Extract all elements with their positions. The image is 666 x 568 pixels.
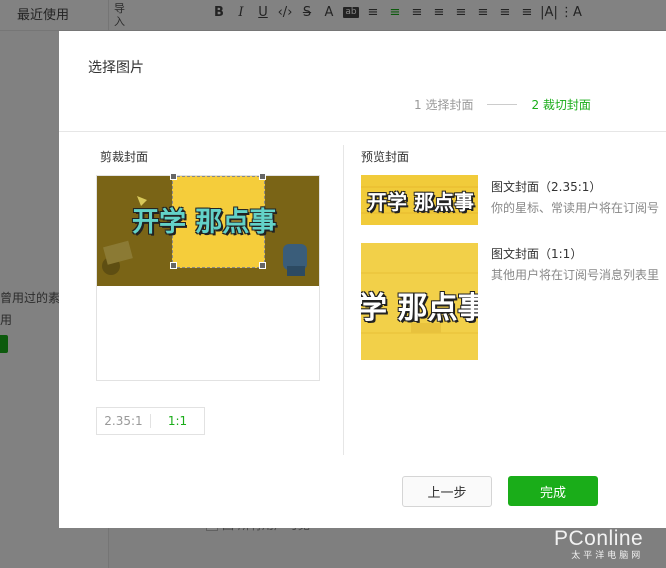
section-divider [343, 145, 344, 455]
preview-square-title: 图文封面（1:1） [491, 247, 583, 261]
crop-handle-bottom-right[interactable] [259, 262, 266, 269]
previous-step-button[interactable]: 上一步 [402, 476, 492, 507]
watermark: PConline 太平洋电脑网 [554, 527, 643, 561]
step-indicator: 1 选择封面 2 裁切封面 [414, 96, 591, 113]
preview-wide-title: 图文封面（2.35:1） [491, 180, 602, 194]
preview-wide-desc: 你的星标、常读用户将在订阅号 [491, 201, 660, 215]
aspect-ratio-toggle: 2.35:1 1:1 [96, 407, 205, 435]
dialog-title: 选择图片 [88, 60, 144, 76]
crop-area[interactable]: 开学 那点事 [96, 173, 320, 381]
crop-section-label: 剪裁封面 [100, 150, 149, 164]
crop-handle-top-left[interactable] [170, 173, 177, 180]
preview-thumb-wide: 开学 那点事 [361, 175, 478, 225]
step-crop-cover: 2 裁切封面 [531, 98, 591, 112]
preview-thumb-square: 学 那点事 [361, 243, 478, 360]
ratio-option-1-1[interactable]: 1:1 [151, 414, 204, 428]
done-button[interactable]: 完成 [508, 476, 598, 506]
ratio-option-2-35[interactable]: 2.35:1 [97, 414, 150, 428]
preview-wide-text: 开学 那点事 [367, 190, 474, 214]
preview-square-text: 学 那点事 [361, 291, 478, 326]
step-select-cover: 1 选择封面 [414, 98, 474, 112]
preview-square-desc: 其他用户将在订阅号消息列表里 [491, 268, 660, 282]
preview-section-label: 预览封面 [361, 150, 410, 164]
crop-handle-bottom-left[interactable] [170, 262, 177, 269]
select-image-dialog: 选择图片 1 选择封面 2 裁切封面 剪裁封面 开学 那点事 2.35:1 1:… [59, 31, 666, 528]
cover-title-text: 开学 那点事 [132, 207, 277, 238]
crop-handle-top-right[interactable] [259, 173, 266, 180]
dialog-header-divider [59, 131, 666, 132]
step-connector [487, 104, 518, 105]
cover-image: 开学 那点事 [97, 176, 319, 286]
